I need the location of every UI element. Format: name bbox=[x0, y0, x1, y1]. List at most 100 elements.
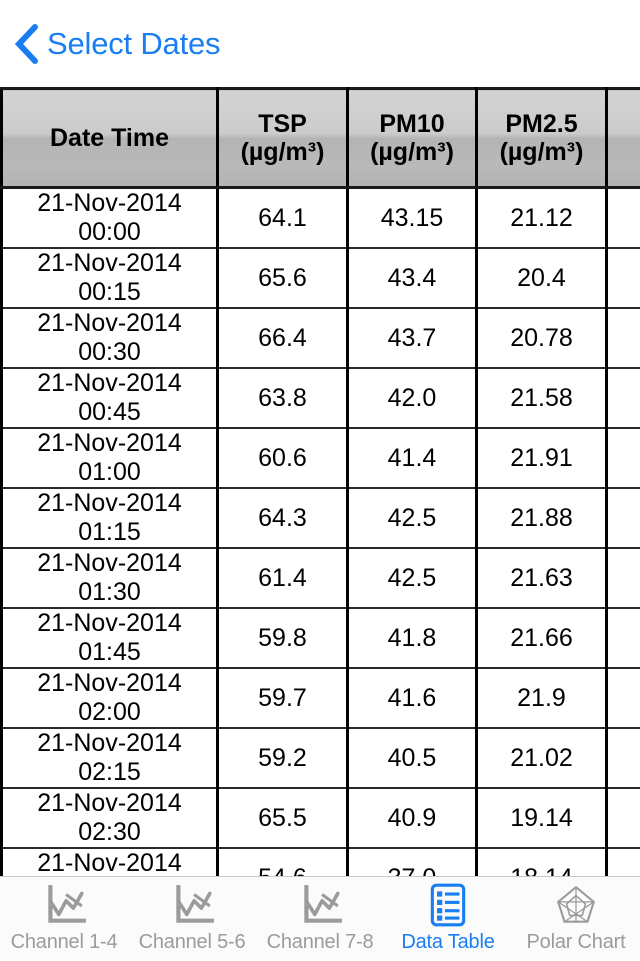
cell-pm25: 18.14 bbox=[477, 848, 607, 876]
cell-date: 21-Nov-2014 bbox=[5, 189, 214, 218]
column-header-title: Date Time bbox=[50, 124, 169, 152]
cell-pm25: 21.02 bbox=[477, 728, 607, 788]
cell-clipped: 7 bbox=[607, 368, 640, 428]
line-chart-icon bbox=[39, 882, 89, 928]
back-button-label: Select Dates bbox=[47, 26, 220, 62]
tab-label: Channel 1-4 bbox=[11, 932, 118, 952]
cell-pm25: 21.88 bbox=[477, 488, 607, 548]
data-table-scroll-area[interactable]: Date TimeTSP(µg/m³)PM10(µg/m³)PM2.5(µg/m… bbox=[0, 87, 640, 876]
cell-time: 02:30 bbox=[5, 818, 214, 847]
tab-channel-1-4[interactable]: Channel 1-4 bbox=[0, 877, 128, 961]
cell-clipped: 7 bbox=[607, 308, 640, 368]
column-header-unit: (µg/m³) bbox=[480, 138, 603, 166]
cell-time: 01:15 bbox=[5, 518, 214, 547]
cell-tsp: 61.4 bbox=[218, 548, 348, 608]
table-row[interactable]: 21-Nov-201401:1564.342.521.887 bbox=[2, 488, 640, 548]
cell-clipped: 6 bbox=[607, 788, 640, 848]
table-row[interactable]: 21-Nov-201401:4559.841.821.667 bbox=[2, 608, 640, 668]
tab-channel-7-8[interactable]: Channel 7-8 bbox=[256, 877, 384, 961]
tab-polar-chart[interactable]: Polar Chart bbox=[512, 877, 640, 961]
table-row[interactable]: 21-Nov-201400:3066.443.720.787 bbox=[2, 308, 640, 368]
cell-tsp: 65.6 bbox=[218, 248, 348, 308]
back-button[interactable]: Select Dates bbox=[0, 23, 220, 65]
tab-data-table[interactable]: Data Table bbox=[384, 877, 512, 961]
cell-tsp: 59.8 bbox=[218, 608, 348, 668]
cell-time: 00:00 bbox=[5, 218, 214, 247]
cell-clipped: 6 bbox=[607, 848, 640, 876]
tab-label: Channel 7-8 bbox=[267, 932, 374, 952]
column-header-pm25[interactable]: PM2.5(µg/m³) bbox=[477, 89, 607, 188]
table-row[interactable]: 21-Nov-201402:4554.637.018.146 bbox=[2, 848, 640, 876]
cell-datetime: 21-Nov-201400:30 bbox=[2, 308, 218, 368]
table-row[interactable]: 21-Nov-201400:1565.643.420.47 bbox=[2, 248, 640, 308]
table-row[interactable]: 21-Nov-201402:0059.741.621.97 bbox=[2, 668, 640, 728]
cell-datetime: 21-Nov-201401:00 bbox=[2, 428, 218, 488]
cell-time: 00:15 bbox=[5, 278, 214, 307]
cell-tsp: 66.4 bbox=[218, 308, 348, 368]
cell-time: 00:45 bbox=[5, 398, 214, 427]
cell-time: 02:15 bbox=[5, 758, 214, 787]
cell-tsp: 65.5 bbox=[218, 788, 348, 848]
cell-datetime: 21-Nov-201401:30 bbox=[2, 548, 218, 608]
table-row[interactable]: 21-Nov-201400:4563.842.021.587 bbox=[2, 368, 640, 428]
table-row[interactable]: 21-Nov-201402:3065.540.919.146 bbox=[2, 788, 640, 848]
bottom-tab-bar: Channel 1-4 Channel 5-6 Channel 7-8 Data Ta… bbox=[0, 876, 640, 960]
cell-pm10: 41.6 bbox=[348, 668, 477, 728]
column-header-datetime[interactable]: Date Time bbox=[2, 89, 218, 188]
cell-time: 00:30 bbox=[5, 338, 214, 367]
cell-pm25: 19.14 bbox=[477, 788, 607, 848]
cell-date: 21-Nov-2014 bbox=[5, 369, 214, 398]
navigation-bar: Select Dates bbox=[0, 0, 640, 87]
cell-pm25: 21.9 bbox=[477, 668, 607, 728]
cell-pm10: 42.5 bbox=[348, 548, 477, 608]
cell-pm10: 43.4 bbox=[348, 248, 477, 308]
table-body: 21-Nov-201400:0064.143.1521.12721-Nov-20… bbox=[2, 188, 640, 877]
column-header-title: PM10 bbox=[379, 110, 444, 138]
cell-pm10: 43.7 bbox=[348, 308, 477, 368]
cell-date: 21-Nov-2014 bbox=[5, 549, 214, 578]
cell-datetime: 21-Nov-201402:15 bbox=[2, 728, 218, 788]
chevron-left-icon bbox=[14, 23, 40, 65]
cell-time: 01:00 bbox=[5, 458, 214, 487]
cell-pm25: 21.63 bbox=[477, 548, 607, 608]
measurements-table: Date TimeTSP(µg/m³)PM10(µg/m³)PM2.5(µg/m… bbox=[0, 87, 640, 876]
cell-datetime: 21-Nov-201402:45 bbox=[2, 848, 218, 876]
cell-pm10: 40.5 bbox=[348, 728, 477, 788]
tab-label: Channel 5-6 bbox=[139, 932, 246, 952]
cell-date: 21-Nov-2014 bbox=[5, 729, 214, 758]
cell-datetime: 21-Nov-201402:00 bbox=[2, 668, 218, 728]
cell-datetime: 21-Nov-201401:15 bbox=[2, 488, 218, 548]
cell-clipped: 7 bbox=[607, 248, 640, 308]
cell-time: 01:45 bbox=[5, 638, 214, 667]
cell-tsp: 63.8 bbox=[218, 368, 348, 428]
cell-pm10: 41.8 bbox=[348, 608, 477, 668]
column-header-pm10[interactable]: PM10(µg/m³) bbox=[348, 89, 477, 188]
cell-clipped: 7 bbox=[607, 428, 640, 488]
cell-clipped: 7 bbox=[607, 488, 640, 548]
cell-pm10: 43.15 bbox=[348, 188, 477, 249]
cell-clipped: 7 bbox=[607, 728, 640, 788]
table-row[interactable]: 21-Nov-201401:0060.641.421.917 bbox=[2, 428, 640, 488]
column-header-tsp[interactable]: TSP(µg/m³) bbox=[218, 89, 348, 188]
tab-channel-5-6[interactable]: Channel 5-6 bbox=[128, 877, 256, 961]
cell-datetime: 21-Nov-201400:15 bbox=[2, 248, 218, 308]
table-header-row: Date TimeTSP(µg/m³)PM10(µg/m³)PM2.5(µg/m… bbox=[2, 89, 640, 188]
tab-label: Data Table bbox=[401, 932, 494, 952]
cell-tsp: 64.3 bbox=[218, 488, 348, 548]
table-row[interactable]: 21-Nov-201401:3061.442.521.637 bbox=[2, 548, 640, 608]
cell-date: 21-Nov-2014 bbox=[5, 789, 214, 818]
table-row[interactable]: 21-Nov-201400:0064.143.1521.127 bbox=[2, 188, 640, 249]
cell-date: 21-Nov-2014 bbox=[5, 429, 214, 458]
cell-tsp: 64.1 bbox=[218, 188, 348, 249]
column-header-unit: (µ bbox=[610, 138, 640, 166]
cell-time: 02:00 bbox=[5, 698, 214, 727]
column-header-clipped[interactable]: P(µ bbox=[607, 89, 640, 188]
column-header-title: TSP bbox=[258, 110, 307, 138]
cell-date: 21-Nov-2014 bbox=[5, 609, 214, 638]
cell-date: 21-Nov-2014 bbox=[5, 849, 214, 876]
table-row[interactable]: 21-Nov-201402:1559.240.521.027 bbox=[2, 728, 640, 788]
cell-datetime: 21-Nov-201400:45 bbox=[2, 368, 218, 428]
cell-clipped: 7 bbox=[607, 608, 640, 668]
cell-pm10: 37.0 bbox=[348, 848, 477, 876]
cell-pm25: 21.58 bbox=[477, 368, 607, 428]
